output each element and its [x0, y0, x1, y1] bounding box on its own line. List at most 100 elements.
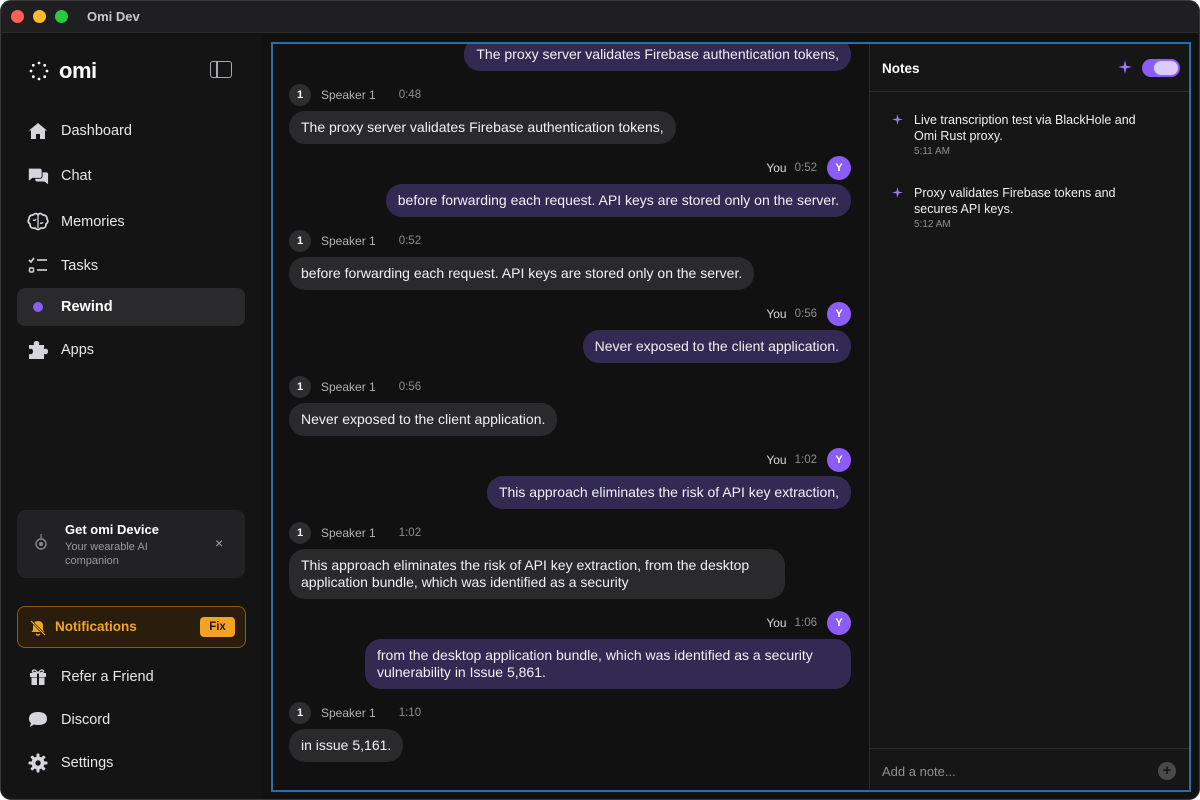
message-bubble-mine: Never exposed to the client application.: [582, 330, 851, 363]
sidebar-item-label: Apps: [61, 342, 95, 358]
note-item[interactable]: Proxy validates Firebase tokens and secu…: [892, 185, 1162, 230]
sidebar-item-label: Refer a Friend: [61, 669, 154, 685]
zoom-window-button[interactable]: [55, 10, 68, 23]
user-avatar: Y: [827, 611, 851, 635]
sidebar-item-refer[interactable]: Refer a Friend: [17, 658, 245, 696]
notes-header: Notes: [870, 44, 1189, 92]
you-row: You 1:02 Y: [766, 448, 851, 472]
sidebar-item-label: Discord: [61, 712, 111, 728]
speaker-name: Speaker 1: [321, 380, 376, 394]
message-bubble-other: in issue 5,161.: [289, 729, 404, 762]
notes-panel: Notes Live transcription test via BlackH…: [869, 44, 1189, 789]
you-row: You 1:06 Y: [766, 611, 851, 635]
user-avatar: Y: [827, 448, 851, 472]
speaker-name: Speaker 1: [321, 88, 376, 102]
message-time: 0:48: [398, 89, 422, 101]
add-note-input[interactable]: [882, 761, 1142, 781]
logo-text: omi: [59, 58, 97, 83]
message-bubble-mine: before forwarding each request. API keys…: [385, 184, 851, 217]
message-time: 0:52: [794, 162, 817, 174]
speaker-name: Speaker 1: [321, 706, 376, 720]
dot-icon: [27, 296, 49, 318]
speaker-avatar: 1: [289, 230, 311, 252]
sidebar-item-discord[interactable]: Discord: [17, 701, 245, 739]
speaker-row: 1 Speaker 1 1:02: [289, 522, 421, 544]
message-bubble-other: This approach eliminates the risk of API…: [289, 549, 785, 599]
note-time: 5:12 AM: [914, 219, 951, 230]
notes-footer: +: [870, 748, 1189, 789]
notifications-label: Notifications: [55, 619, 137, 634]
close-icon[interactable]: ×: [215, 536, 223, 550]
tasks-icon: [27, 255, 49, 277]
sparkle-icon: [892, 114, 903, 125]
note-item[interactable]: Live transcription test via BlackHole an…: [892, 112, 1162, 157]
sidebar-item-settings[interactable]: Settings: [17, 744, 245, 782]
message-bubble-mine: This approach eliminates the risk of API…: [486, 476, 851, 509]
speaker-avatar: 1: [289, 84, 311, 106]
sidebar-item-label: Memories: [61, 214, 125, 230]
message-time: 1:02: [398, 527, 422, 539]
message-time: 1:06: [794, 617, 817, 629]
user-avatar: Y: [827, 156, 851, 180]
discord-icon: [27, 709, 49, 731]
sidebar-item-apps[interactable]: Apps: [17, 331, 245, 369]
message-bubble-other: The proxy server validates Firebase auth…: [289, 111, 676, 144]
sidebar-toggle-icon[interactable]: [210, 61, 232, 78]
speaker-avatar: 1: [289, 376, 311, 398]
promo-subtitle: Your wearable AI companion: [65, 541, 148, 567]
speaker-name: Speaker 1: [321, 526, 376, 540]
speaker-row: 1 Speaker 1 0:52: [289, 230, 421, 252]
bell-off-icon: [30, 620, 46, 636]
sparkle-icon[interactable]: [1118, 60, 1132, 74]
omi-logo-icon: [29, 61, 49, 81]
sidebar-item-chat[interactable]: Chat: [17, 157, 245, 195]
you-row: You 0:52 Y: [766, 156, 851, 180]
message-time: 0:56: [398, 381, 422, 393]
minimize-window-button[interactable]: [33, 10, 46, 23]
chat-icon: [27, 165, 49, 187]
sidebar: omi Dashboard Chat Memories Tasks Rewind…: [1, 34, 261, 799]
message-time: 1:02: [794, 454, 817, 466]
app-window: Omi Dev omi Dashboard Chat Memories Task…: [0, 0, 1200, 800]
sidebar-item-memories[interactable]: Memories: [17, 203, 245, 241]
message-bubble-other: before forwarding each request. API keys…: [289, 257, 755, 290]
you-row: You 0:56 Y: [766, 302, 851, 326]
message-time: 1:10: [398, 707, 422, 719]
transcript-list[interactable]: The proxy server validates Firebase auth…: [273, 44, 869, 789]
sidebar-item-label: Tasks: [61, 258, 99, 274]
home-icon: [27, 120, 49, 142]
close-window-button[interactable]: [11, 10, 24, 23]
puzzle-icon: [27, 339, 49, 361]
speaker-name: You: [766, 453, 787, 467]
gift-icon: [27, 666, 49, 688]
auto-notes-toggle[interactable]: [1142, 59, 1180, 77]
speaker-name: Speaker 1: [321, 234, 376, 248]
sidebar-item-dashboard[interactable]: Dashboard: [17, 112, 245, 150]
note-time: 5:11 AM: [914, 146, 950, 157]
sidebar-item-label: Settings: [61, 755, 114, 771]
message-bubble-mine: The proxy server validates Firebase auth…: [464, 44, 851, 71]
sidebar-item-tasks[interactable]: Tasks: [17, 247, 245, 285]
message-bubble-other: Never exposed to the client application.: [289, 403, 558, 436]
speaker-row: 1 Speaker 1 0:48: [289, 84, 421, 106]
notifications-warning[interactable]: Notifications Fix: [17, 606, 246, 648]
speaker-name: You: [766, 616, 787, 630]
title-bar: Omi Dev: [1, 1, 1199, 33]
device-promo-card[interactable]: Get omi Device Your wearable AI companio…: [17, 510, 245, 578]
sidebar-item-label: Chat: [61, 168, 92, 184]
gear-icon: [27, 752, 49, 774]
speaker-name: You: [766, 161, 787, 175]
fix-button[interactable]: Fix: [200, 617, 235, 637]
omi-device-icon: [35, 534, 47, 550]
omi-logo: omi: [29, 58, 97, 84]
message-time: 0:56: [794, 308, 817, 320]
window-title: Omi Dev: [87, 9, 140, 24]
add-note-icon[interactable]: +: [1158, 762, 1176, 780]
sidebar-item-rewind[interactable]: Rewind: [17, 288, 245, 326]
sidebar-item-label: Dashboard: [61, 123, 132, 139]
sparkle-icon: [892, 187, 903, 198]
speaker-row: 1 Speaker 1 0:56: [289, 376, 421, 398]
brain-icon: [27, 211, 49, 233]
message-time: 0:52: [398, 235, 422, 247]
message-bubble-mine: from the desktop application bundle, whi…: [365, 639, 851, 689]
